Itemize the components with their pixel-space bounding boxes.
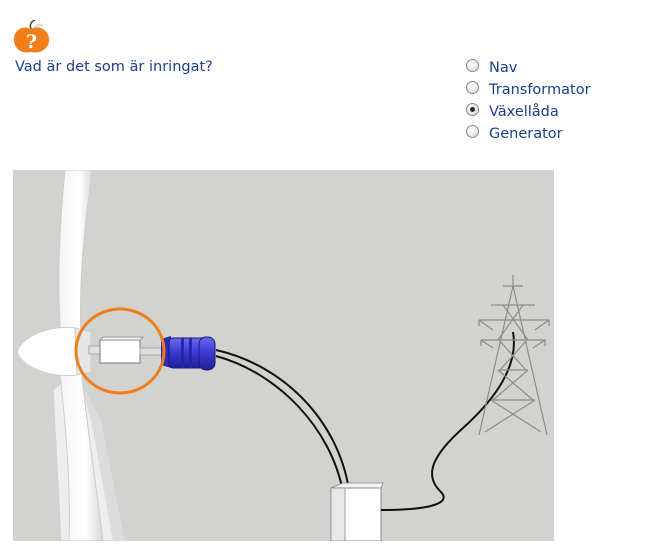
wind-turbine-diagram — [13, 170, 554, 541]
answer-options: Nav Transformator Växellåda Generator — [466, 57, 591, 145]
radio-button-selected[interactable] — [466, 102, 479, 116]
generator-cable — [215, 349, 350, 493]
radio-button[interactable] — [466, 58, 479, 72]
option-label: Växellåda — [489, 104, 559, 120]
option-generator[interactable]: Generator — [466, 123, 591, 145]
svg-text:?: ? — [26, 31, 37, 53]
radio-button[interactable] — [466, 80, 479, 94]
power-line-cable — [380, 331, 515, 511]
quiz-question-icon: ? — [13, 20, 50, 53]
transformer-box — [330, 482, 384, 541]
main-shaft — [88, 345, 102, 355]
turbine-blade-upper — [58, 170, 94, 339]
power-pylon — [478, 275, 550, 436]
generator — [161, 336, 216, 371]
option-nav[interactable]: Nav — [466, 57, 591, 79]
option-label: Transformator — [489, 82, 591, 98]
radio-button[interactable] — [466, 124, 479, 138]
gearbox — [99, 336, 144, 364]
option-label: Generator — [489, 126, 563, 142]
generator-shaft — [139, 347, 165, 356]
option-label: Nav — [489, 60, 518, 76]
question-text: Vad är det som är inringat? — [15, 59, 213, 75]
option-transformator[interactable]: Transformator — [466, 79, 591, 101]
option-vaxellada[interactable]: Växellåda — [466, 101, 591, 123]
